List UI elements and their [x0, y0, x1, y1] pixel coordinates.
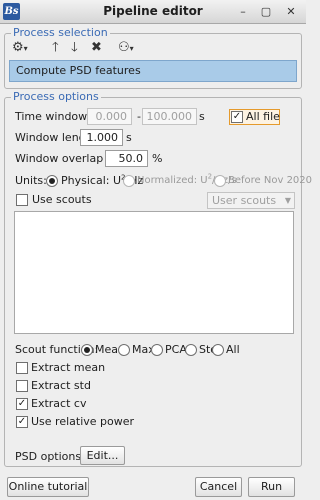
gear-icon: ⚙ [12, 40, 24, 55]
move-up-button[interactable]: 🡑 [52, 40, 59, 56]
gear-menu-button[interactable]: ⚙▾ [12, 40, 28, 57]
use-scouts-label: Use scouts [32, 193, 92, 206]
all-file-checkbox[interactable]: ✓ [231, 111, 243, 123]
time-window-separator: - [137, 110, 141, 123]
dropdown-arrow-icon: ▾ [23, 44, 28, 53]
window-overlap-input[interactable]: 50.0 [105, 150, 148, 167]
psd-options-edit-button[interactable]: Edit... [80, 446, 125, 465]
run-button[interactable]: Run [248, 477, 295, 497]
scout-function-std-radio[interactable] [185, 344, 197, 356]
window-length-input[interactable]: 1.000 [80, 129, 123, 146]
pipeline-menu-button[interactable]: ⚇▾ [118, 40, 134, 57]
delete-icon: ✖ [91, 40, 102, 55]
scouts-combo-value: User scouts [212, 194, 277, 207]
scout-function-all-radio[interactable] [212, 344, 224, 356]
window-length-unit: s [126, 131, 132, 144]
scout-function-all-label: All [226, 343, 240, 356]
delete-process-button[interactable]: ✖ [91, 40, 102, 56]
online-tutorial-button[interactable]: Online tutorial [7, 477, 89, 497]
selected-process-item[interactable]: Compute PSD features [9, 60, 297, 82]
pipeline-icon: ⚇ [118, 40, 130, 55]
time-window-unit: s [199, 110, 205, 123]
close-button[interactable]: ✕ [284, 5, 298, 19]
use-relative-power-label: Use relative power [31, 415, 135, 428]
extract-mean-checkbox[interactable] [16, 362, 28, 374]
minimize-button[interactable]: – [236, 5, 250, 19]
extract-std-checkbox[interactable] [16, 380, 28, 392]
units-before-nov-2020-label: Before Nov 2020 [228, 175, 313, 186]
title-bar[interactable]: Bs Pipeline editor – ▢ ✕ [0, 0, 306, 24]
extract-mean-label: Extract mean [31, 361, 106, 374]
extract-std-label: Extract std [31, 379, 91, 392]
time-window-start-input[interactable]: 0.000 [87, 108, 132, 125]
scouts-combo[interactable]: User scouts ▼ [207, 192, 295, 209]
units-physical-radio[interactable] [46, 175, 58, 187]
arrow-down-icon: 🡓 [71, 40, 78, 55]
extract-cv-label: Extract cv [31, 397, 87, 410]
cancel-button[interactable]: Cancel [195, 477, 242, 497]
units-before-nov-2020-radio[interactable] [214, 175, 226, 187]
scout-function-mean-radio[interactable] [81, 344, 93, 356]
time-window-label: Time window: [15, 110, 91, 123]
units-label: Units: [15, 174, 47, 187]
units-normalized-radio[interactable] [123, 175, 135, 187]
scout-function-pca-radio[interactable] [151, 344, 163, 356]
scout-list[interactable] [14, 211, 294, 334]
move-down-button[interactable]: 🡓 [71, 40, 78, 56]
window-overlap-unit: % [152, 152, 163, 165]
maximize-button[interactable]: ▢ [259, 5, 273, 19]
use-scouts-checkbox[interactable] [16, 194, 28, 206]
process-selection-legend: Process selection [11, 26, 110, 39]
use-relative-power-checkbox[interactable]: ✓ [16, 416, 28, 428]
psd-options-label: PSD options: [15, 450, 85, 463]
chevron-down-icon: ▼ [284, 196, 291, 205]
arrow-up-icon: 🡑 [52, 40, 59, 55]
extract-cv-checkbox[interactable]: ✓ [16, 398, 28, 410]
scout-function-max-radio[interactable] [118, 344, 130, 356]
scout-function-pca-label: PCA [165, 343, 187, 356]
dropdown-arrow-icon: ▾ [129, 44, 134, 53]
all-file-label: All file [246, 110, 280, 123]
time-window-end-input[interactable]: 100.000 [142, 108, 197, 125]
process-options-legend: Process options [11, 90, 101, 103]
